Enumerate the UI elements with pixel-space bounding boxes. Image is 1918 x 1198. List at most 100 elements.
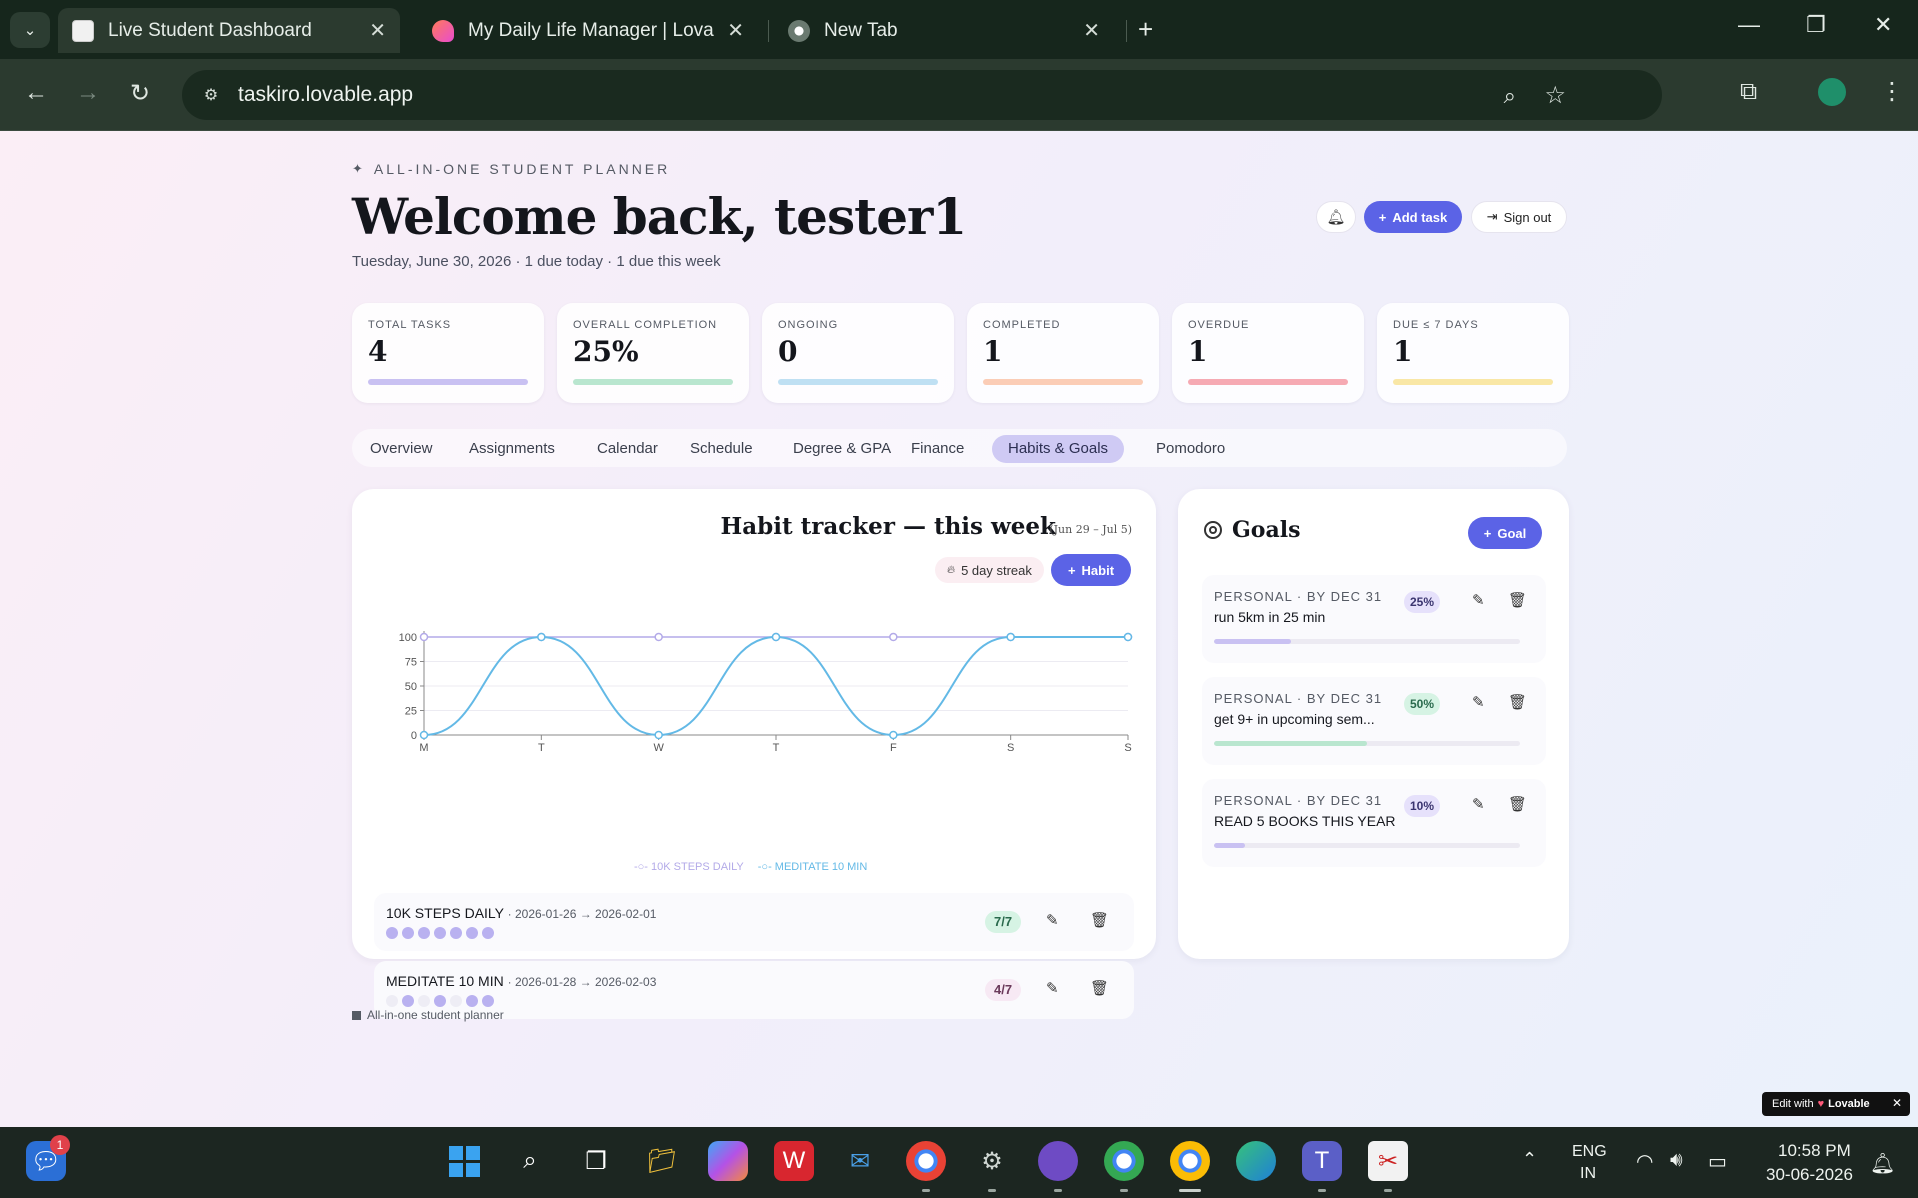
add-goal-button[interactable]: + Goal: [1468, 517, 1542, 549]
extensions-puzzle-icon[interactable]: ⧉: [1740, 78, 1757, 106]
edit-pencil-icon[interactable]: ✎: [1472, 591, 1485, 609]
windows-start-icon[interactable]: [444, 1141, 484, 1181]
snipping-tool-icon[interactable]: ✂: [1368, 1141, 1408, 1181]
chrome-profile-icon[interactable]: [1104, 1141, 1144, 1181]
trash-icon[interactable]: 🗑︎: [1090, 979, 1109, 997]
y-tick-label: 0: [411, 730, 417, 742]
volume-icon[interactable]: 🔊︎: [1670, 1149, 1683, 1172]
tab-degree-gpa[interactable]: Degree & GPA: [777, 435, 907, 463]
new-tab-plus-icon[interactable]: +: [1138, 14, 1153, 45]
tab-assignments[interactable]: Assignments: [453, 435, 571, 463]
settings-gear-icon[interactable]: ⚙: [972, 1141, 1012, 1181]
notifications-bell-icon[interactable]: 🔔︎: [1870, 1151, 1895, 1176]
data-point: [419, 632, 429, 642]
eyebrow: ✦ ALL-IN-ONE STUDENT PLANNER: [352, 161, 670, 177]
goal-percent-badge: 50%: [1404, 693, 1441, 715]
tab-habits-goals[interactable]: Habits & Goals: [992, 435, 1125, 463]
edit-pencil-icon[interactable]: ✎: [1046, 911, 1059, 929]
menu-kebab-icon[interactable]: ⋮: [1880, 77, 1904, 106]
search-icon[interactable]: ⌕: [510, 1141, 550, 1181]
tab-schedule[interactable]: Schedule: [674, 435, 769, 463]
notification-count-badge: 1: [50, 1135, 70, 1155]
clock-time[interactable]: 10:58 PM: [1778, 1141, 1851, 1161]
mail-icon[interactable]: ✉: [840, 1141, 880, 1181]
goal-meta: PERSONAL · BY DEC 31: [1214, 589, 1383, 604]
add-task-button[interactable]: + Add task: [1364, 201, 1462, 233]
clock-date[interactable]: 30-06-2026: [1766, 1165, 1853, 1185]
edit-pencil-icon[interactable]: ✎: [1472, 693, 1485, 711]
tab-live-student-dashboard[interactable]: Live Student Dashboard ✕: [58, 8, 400, 53]
battery-icon[interactable]: ▭: [1708, 1149, 1727, 1174]
sign-out-icon: ⇥: [1486, 209, 1498, 224]
tab-daily-life-manager[interactable]: My Daily Life Manager | Lovable ✕: [418, 8, 758, 53]
stat-bar: [778, 379, 938, 385]
site-settings-icon[interactable]: ⚙: [200, 84, 222, 106]
chrome-active-icon[interactable]: [1170, 1141, 1210, 1181]
data-point: [889, 730, 898, 740]
region-code[interactable]: IN: [1580, 1165, 1596, 1183]
trash-icon[interactable]: 🗑︎: [1508, 693, 1527, 711]
bookmark-star-icon[interactable]: ☆: [1544, 81, 1566, 110]
chevron-up-icon[interactable]: ⌃: [1522, 1149, 1537, 1170]
tab-finance[interactable]: Finance: [895, 435, 980, 463]
omnibox[interactable]: ⚙ taskiro.lovable.app ⌕ ☆: [182, 70, 1662, 120]
section-tabs: Overview Assignments Calendar Schedule D…: [352, 429, 1567, 467]
goal-meta: PERSONAL · BY DEC 31: [1214, 793, 1383, 808]
language-code[interactable]: ENG: [1572, 1143, 1607, 1161]
trash-icon[interactable]: 🗑︎: [1508, 795, 1527, 813]
minimize-icon[interactable]: —: [1738, 12, 1760, 38]
teams-icon[interactable]: T: [1302, 1141, 1342, 1181]
habit-count-badge: 4/7: [985, 979, 1022, 1001]
goal-item: PERSONAL · BY DEC 31 READ 5 BOOKS THIS Y…: [1202, 779, 1546, 867]
trash-icon[interactable]: 🗑︎: [1090, 911, 1109, 929]
restore-icon[interactable]: ❐: [1806, 12, 1826, 38]
tab-search-button[interactable]: ⌄: [10, 12, 50, 48]
tab-new-tab[interactable]: New Tab ✕: [774, 8, 1114, 53]
stat-value: 25%: [573, 335, 639, 368]
close-icon[interactable]: ✕: [727, 18, 744, 43]
edge-icon[interactable]: [1236, 1141, 1276, 1181]
data-point: [771, 632, 781, 642]
legend-label: MEDITATE 10 MIN: [774, 861, 868, 873]
habit-day-dots: [386, 995, 494, 1007]
github-icon[interactable]: [1038, 1141, 1078, 1181]
url-text[interactable]: taskiro.lovable.app: [238, 83, 413, 107]
y-tick-label: 25: [405, 706, 417, 718]
edit-pencil-icon[interactable]: ✎: [1046, 979, 1059, 997]
legend-item-meditate: -○- MEDITATE 10 MIN: [757, 861, 868, 873]
sparkle-icon: ✦: [352, 161, 366, 176]
tab-overview[interactable]: Overview: [354, 435, 449, 463]
forward-arrow-icon[interactable]: →: [76, 79, 100, 107]
close-icon[interactable]: ✕: [1083, 18, 1100, 43]
close-icon[interactable]: ✕: [1892, 1096, 1902, 1110]
window-close-icon[interactable]: ✕: [1874, 12, 1892, 38]
day-done-dot: [482, 995, 494, 1007]
data-point: [1123, 632, 1133, 642]
wifi-icon[interactable]: ◠: [1636, 1149, 1653, 1174]
chrome-icon: [788, 19, 810, 42]
notifications-button[interactable]: 🔔︎: [1316, 201, 1356, 233]
tab-pomodoro[interactable]: Pomodoro: [1140, 435, 1241, 463]
zoom-magnifier-icon[interactable]: ⌕: [1504, 83, 1516, 109]
tab-calendar[interactable]: Calendar: [581, 435, 674, 463]
stat-label: DUE ≤ 7 DAYS: [1393, 319, 1479, 331]
day-missed-dot: [450, 995, 462, 1007]
edit-pencil-icon[interactable]: ✎: [1472, 795, 1485, 813]
sign-out-button[interactable]: ⇥ Sign out: [1471, 201, 1567, 233]
lovable-favicon-icon: [432, 19, 454, 42]
close-icon[interactable]: ✕: [369, 18, 386, 43]
goal-progress-fill: [1214, 639, 1291, 644]
goal-progress-track: [1214, 843, 1520, 848]
file-explorer-icon[interactable]: 📁︎: [642, 1141, 682, 1181]
back-arrow-icon[interactable]: ←: [24, 79, 48, 107]
edit-with-lovable-badge[interactable]: Edit with ♥ Lovable ✕: [1762, 1092, 1910, 1116]
copilot-icon[interactable]: [708, 1141, 748, 1181]
wps-office-icon[interactable]: W: [774, 1141, 814, 1181]
reload-icon[interactable]: ↻: [130, 79, 150, 108]
lovable-brand: Lovable: [1828, 1098, 1870, 1110]
trash-icon[interactable]: 🗑︎: [1508, 591, 1527, 609]
task-view-icon[interactable]: ❐: [576, 1141, 616, 1181]
profile-avatar[interactable]: [1816, 76, 1848, 108]
chrome-profile-icon[interactable]: [906, 1141, 946, 1181]
target-icon: [1204, 521, 1222, 539]
